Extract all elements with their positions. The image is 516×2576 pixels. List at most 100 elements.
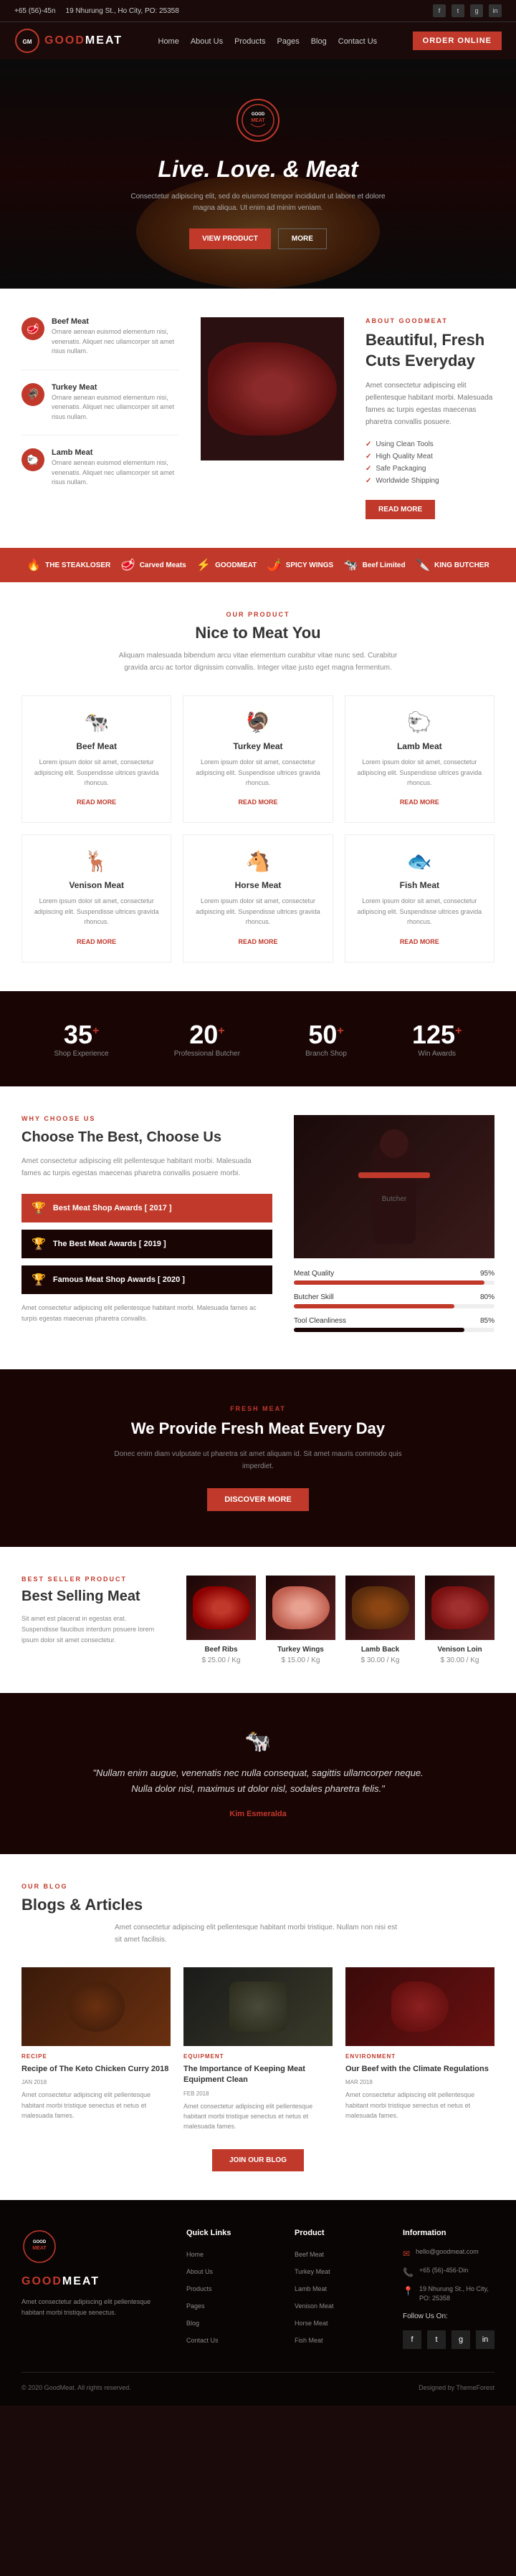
beef-limited-name: Beef Limited <box>363 561 406 569</box>
why-extra-text: Amet consectetur adipiscing elit pellent… <box>22 1303 272 1325</box>
carved-name: Carved Meats <box>140 561 186 569</box>
linkedin-icon[interactable]: in <box>489 4 502 17</box>
hero-logo: GOOD MEAT <box>129 99 387 148</box>
blog-desc: Amet consectetur adipiscing elit pellent… <box>115 1921 401 1946</box>
beef-prod-desc: Lorem ipsum dolor sit amet, consectetur … <box>34 757 159 788</box>
lamb-more-link[interactable]: READ MORE <box>400 799 439 806</box>
award-2020-text: Famous Meat Shop Awards [ 2020 ] <box>53 1275 185 1284</box>
horse-prod-title: Horse Meat <box>195 880 320 890</box>
nav-contact[interactable]: Contact Us <box>338 37 377 46</box>
googleplus-icon[interactable]: g <box>470 4 483 17</box>
why-extra-desc: Amet consectetur adipiscing elit pellent… <box>22 1303 272 1325</box>
turkey-prod-desc: Lorem ipsum dolor sit amet, consectetur … <box>195 757 320 788</box>
topbar-address: 19 Nhurung St., Ho City, PO: 25358 <box>66 7 179 15</box>
nav-about[interactable]: About Us <box>191 37 223 46</box>
fish-more-link[interactable]: READ MORE <box>400 938 439 945</box>
footer-link-blog[interactable]: Blog <box>186 2320 199 2327</box>
butcher-silhouette: Butcher <box>351 1129 437 1244</box>
read-more-button[interactable]: READ MORE <box>366 500 435 519</box>
svg-text:GM: GM <box>23 39 32 45</box>
blog-post-2-date: FEB 2018 <box>183 2090 333 2097</box>
nav-links: Home About Us Products Pages Blog Contac… <box>158 34 378 47</box>
bs-beef-visual <box>193 1586 250 1629</box>
footer-quick-links-title: Quick Links <box>186 2229 273 2237</box>
footer-prod-fish[interactable]: Fish Meat <box>295 2337 323 2344</box>
bs-venison-img <box>425 1576 494 1640</box>
award-2020[interactable]: 🏆 Famous Meat Shop Awards [ 2020 ] <box>22 1265 272 1294</box>
products-desc: Aliquam malesuada bibendum arcu vitae el… <box>115 650 401 674</box>
stat-awards-num: 125+ <box>412 1020 462 1050</box>
venison-more-link[interactable]: READ MORE <box>77 938 116 945</box>
view-product-button[interactable]: VIEW PRODUCT <box>189 228 271 249</box>
brand-beef-limited: 🐄 Beef Limited <box>344 558 406 572</box>
beef-title: Beef Meat <box>52 317 179 326</box>
footer-link-about[interactable]: About Us <box>186 2268 213 2275</box>
stat-awards-sup: + <box>455 1025 462 1037</box>
horse-more-link[interactable]: READ MORE <box>238 938 277 945</box>
butcher-image: Butcher <box>294 1115 494 1258</box>
nav-blog[interactable]: Blog <box>311 37 327 46</box>
beef-more-link[interactable]: READ MORE <box>77 799 116 806</box>
award-2017-icon: 🏆 <box>32 1201 46 1215</box>
bs-desc: Sit amet est placerat in egestas erat. S… <box>22 1613 165 1646</box>
blog-post-2-title: The Importance of Keeping Meat Equipment… <box>183 2064 333 2086</box>
award-2017[interactable]: 🏆 Best Meat Shop Awards [ 2017 ] <box>22 1194 272 1222</box>
nav-pages[interactable]: Pages <box>277 37 300 46</box>
turkey-more-link[interactable]: READ MORE <box>238 799 277 806</box>
more-button[interactable]: MORE <box>278 228 327 249</box>
order-online-button[interactable]: ORDER ONLINE <box>413 32 502 50</box>
footer-prod-horse[interactable]: Horse Meat <box>295 2320 328 2327</box>
follow-label: Follow Us On: <box>403 2312 494 2320</box>
topbar-phone: +65 (56)-45n <box>14 7 56 15</box>
hero-headline: Live. Love. & Meat <box>129 156 387 183</box>
testimonial-author: Kim Esmeralda <box>22 1810 494 1818</box>
about-lamb-text: Lamb Meat Ornare aenean euismod elementu… <box>52 448 179 488</box>
footer-products-col: Product Beef Meat Turkey Meat Lamb Meat … <box>295 2229 381 2350</box>
facebook-icon[interactable]: f <box>433 4 446 17</box>
footer-products-list: Beef Meat Turkey Meat Lamb Meat Venison … <box>295 2247 381 2346</box>
nav-home[interactable]: Home <box>158 37 179 46</box>
quality-bar-butcher: Butcher Skill 80% <box>294 1293 494 1308</box>
footer-prod-lamb[interactable]: Lamb Meat <box>295 2285 327 2292</box>
footer-prod-venison[interactable]: Venison Meat <box>295 2302 334 2310</box>
award-2020-icon: 🏆 <box>32 1273 46 1287</box>
discover-more-button[interactable]: DISCOVER MORE <box>207 1488 309 1511</box>
horse-prod-icon: 🐴 <box>195 849 320 873</box>
blog-section: OUR BLOG Blogs & Articles Amet consectet… <box>0 1854 516 2200</box>
stat-branch-num: 50+ <box>305 1020 347 1050</box>
king-butcher-icon: 🔪 <box>416 558 430 572</box>
beef-prod-title: Beef Meat <box>34 741 159 751</box>
bs-section-label: BEST SELLER PRODUCT <box>22 1576 165 1583</box>
footer-twitter-link[interactable]: t <box>427 2330 446 2349</box>
quality-meat-track <box>294 1280 494 1285</box>
blog-post-1-desc: Amet consectetur adipiscing elit pellent… <box>22 2090 171 2121</box>
footer-credits: Designed by ThemeForest <box>419 2384 494 2391</box>
footer-link-home[interactable]: Home <box>186 2251 204 2258</box>
location-icon: 📍 <box>403 2285 414 2297</box>
svg-text:GOOD: GOOD <box>252 112 265 117</box>
join-blog-button[interactable]: JOIN OUR BLOG <box>212 2149 304 2171</box>
footer-prod-turkey[interactable]: Turkey Meat <box>295 2268 330 2275</box>
stat-branch-sup: + <box>337 1025 343 1037</box>
footer-quick-links-list: Home About Us Products Pages Blog Contac… <box>186 2247 273 2346</box>
footer-link-products[interactable]: Products <box>186 2285 212 2292</box>
footer-google-link[interactable]: g <box>452 2330 470 2349</box>
footer-prod-beef[interactable]: Beef Meat <box>295 2251 324 2258</box>
footer-linkedin-link[interactable]: in <box>476 2330 494 2349</box>
svg-text:MEAT: MEAT <box>251 118 265 123</box>
twitter-icon[interactable]: t <box>452 4 464 17</box>
footer-address: 19 Nhurung St., Ho City, PO: 25358 <box>419 2285 494 2304</box>
turkey-prod-icon: 🦃 <box>195 710 320 734</box>
footer-facebook-link[interactable]: f <box>403 2330 421 2349</box>
footer-products-title: Product <box>295 2229 381 2237</box>
footer-link-contact[interactable]: Contact Us <box>186 2337 219 2344</box>
bs-title: Best Selling Meat <box>22 1588 165 1605</box>
bs-turkey-img <box>266 1576 335 1640</box>
award-2019[interactable]: 🏆 The Best Meat Awards [ 2019 ] <box>22 1230 272 1258</box>
nav-products[interactable]: Products <box>234 37 265 46</box>
footer-link-pages[interactable]: Pages <box>186 2302 205 2310</box>
feature-3: Safe Packaging <box>366 463 494 475</box>
why-desc: Amet consectetur adipiscing elit pellent… <box>22 1155 272 1180</box>
turkey-title: Turkey Meat <box>52 383 179 392</box>
svg-text:MEAT: MEAT <box>32 2246 47 2251</box>
